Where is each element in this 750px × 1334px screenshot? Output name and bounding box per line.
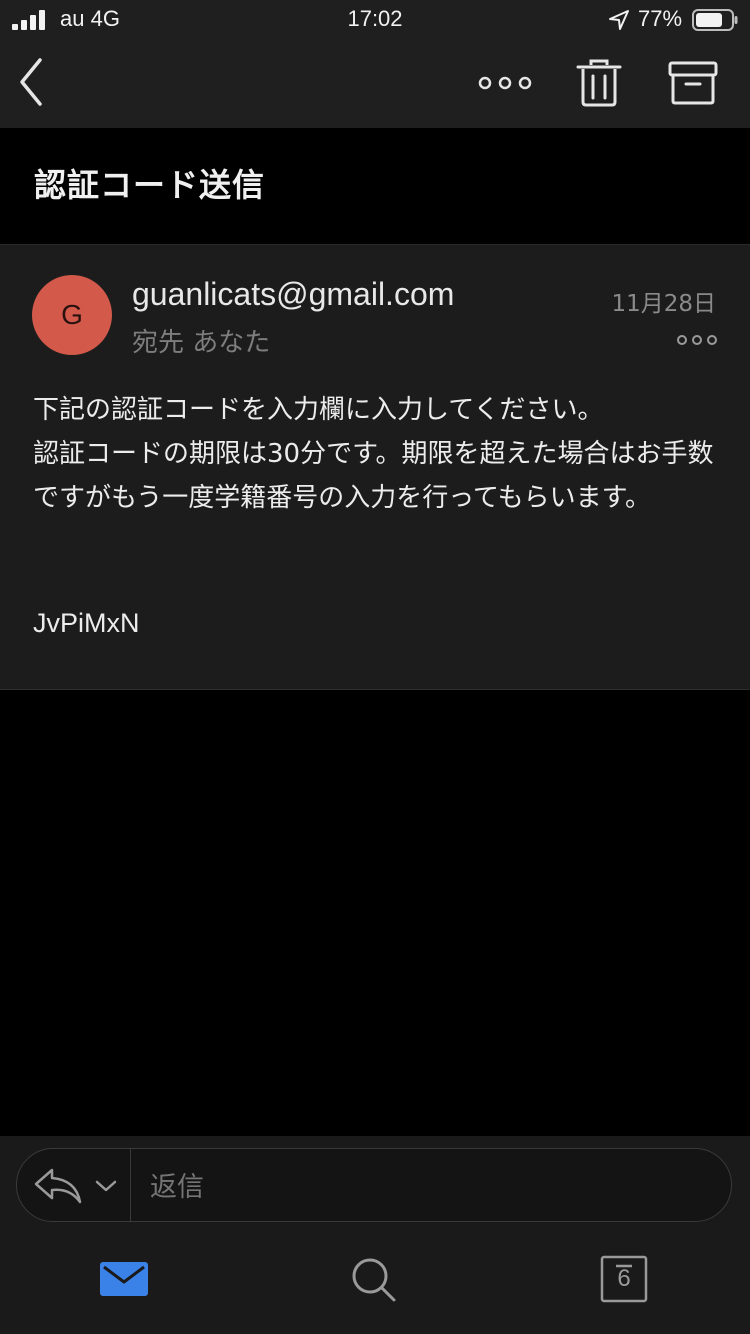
message-more-icon[interactable]: [676, 330, 718, 350]
search-tab-icon[interactable]: [350, 1256, 398, 1304]
message-date: 11月28日: [611, 291, 716, 317]
battery-percent: 77%: [638, 6, 683, 31]
mail-tab-icon[interactable]: [100, 1260, 148, 1298]
archive-icon[interactable]: [668, 60, 718, 106]
message-body: 下記の認証コードを入力欄に入力してください。 認証コードの期限は30分です。期限…: [33, 395, 714, 513]
calendar-day-number: 6: [617, 1265, 631, 1292]
verification-code: JvPiMxN: [33, 608, 140, 638]
reply-input[interactable]: [150, 1168, 710, 1206]
recipient-line[interactable]: 宛先 あなた: [132, 322, 270, 359]
reply-arrow-icon[interactable]: [32, 1166, 84, 1206]
sender-avatar[interactable]: G: [32, 275, 112, 355]
back-chevron-icon[interactable]: [14, 54, 50, 110]
trash-icon[interactable]: [576, 58, 622, 108]
sender-address[interactable]: guanlicats@gmail.com: [132, 276, 454, 313]
reply-divider: [130, 1149, 131, 1221]
location-arrow-icon: [609, 10, 629, 30]
chevron-down-icon[interactable]: [94, 1178, 118, 1194]
more-options-icon[interactable]: [478, 70, 532, 96]
battery-icon: [692, 9, 738, 31]
mail-toolbar: [0, 40, 750, 128]
email-subject: 認証コード送信: [34, 166, 266, 204]
